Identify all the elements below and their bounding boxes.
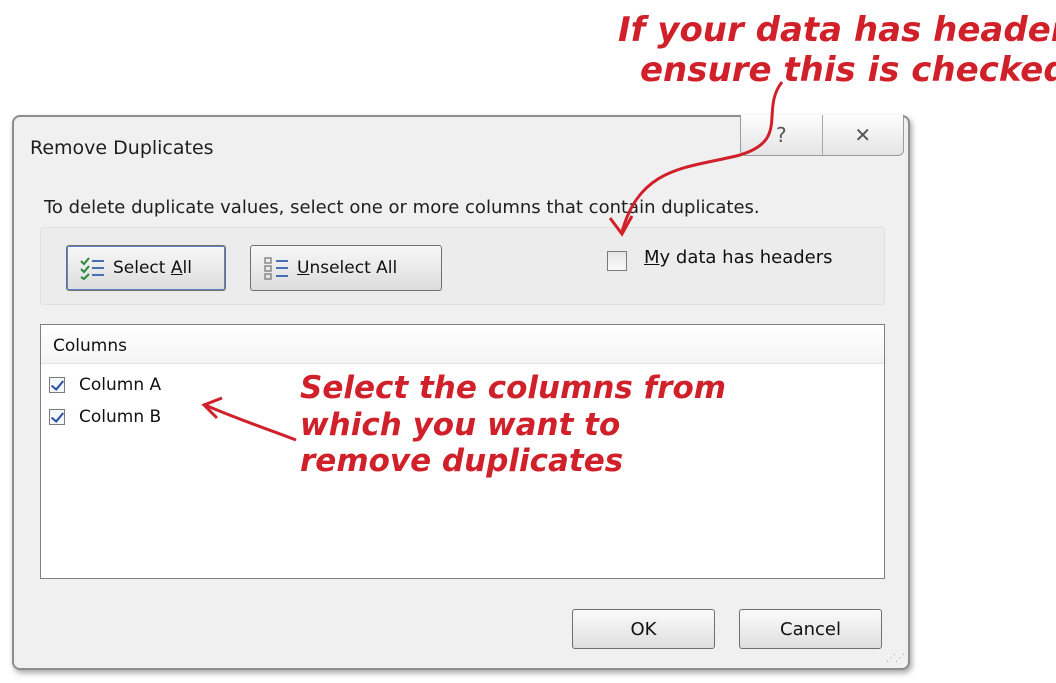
columns-arrow — [204, 403, 297, 442]
headers-arrow — [620, 81, 784, 233]
headers-arrowhead — [608, 215, 634, 237]
annotation-arrows — [201, 81, 784, 442]
headers-annotation: If your data has headers, ensure this is… — [618, 10, 1056, 91]
columns-annotation: Select the columns from which you want t… — [300, 370, 727, 480]
